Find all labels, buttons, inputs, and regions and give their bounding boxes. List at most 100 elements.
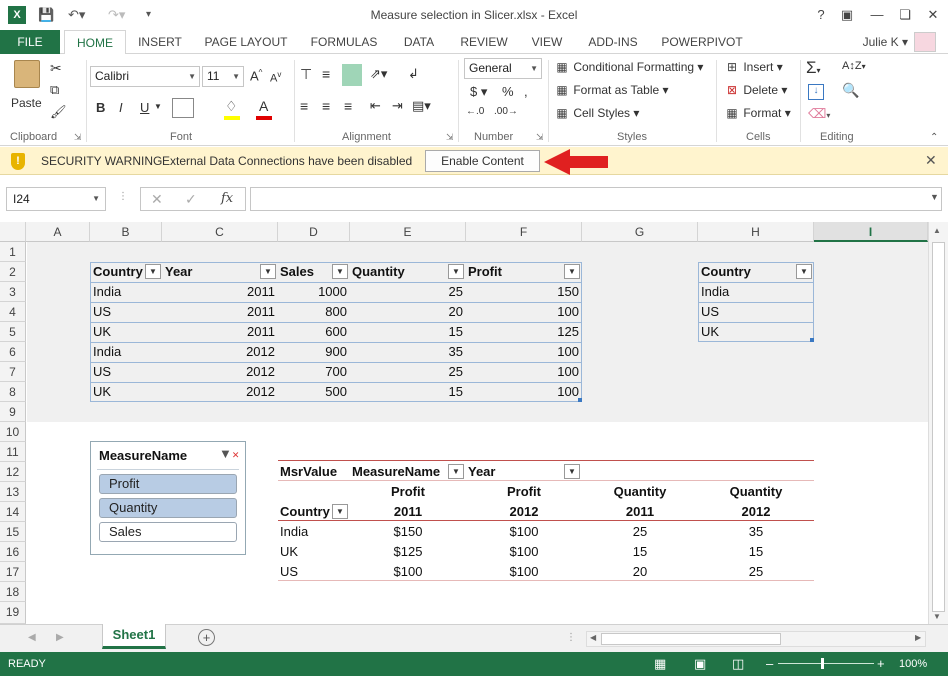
table-cell[interactable]: UK [93, 322, 111, 342]
enable-content-button[interactable]: Enable Content [425, 150, 540, 172]
row-header[interactable]: 1 [0, 242, 26, 262]
conditional-formatting-button[interactable]: ▦ Conditional Formatting ▾ [554, 60, 703, 74]
row-header[interactable]: 11 [0, 442, 26, 462]
row-header[interactable]: 15 [0, 522, 26, 542]
row-header[interactable]: 18 [0, 582, 26, 602]
alignment-launcher-icon[interactable]: ⇲ [446, 132, 454, 143]
table-cell[interactable]: 500 [278, 382, 347, 402]
filter-dropdown-icon[interactable]: ▼ [448, 264, 464, 279]
row-header[interactable]: 3 [0, 282, 26, 302]
table-cell[interactable]: 2011 [162, 322, 275, 342]
ribbon-display-icon[interactable]: ▣ [836, 4, 858, 26]
table-cell[interactable]: 25 [350, 282, 463, 302]
col-header-c[interactable]: C [162, 222, 278, 242]
page-break-view-icon[interactable]: ◫ [732, 656, 744, 672]
filter-dropdown-icon[interactable]: ▼ [332, 264, 348, 279]
tab-review[interactable]: REVIEW [454, 30, 514, 54]
pivot-row-label[interactable]: US [280, 562, 298, 582]
font-color-icon[interactable]: A [259, 98, 268, 114]
filter-dropdown-icon[interactable]: ▼ [260, 264, 276, 279]
table-cell[interactable]: 700 [278, 362, 347, 382]
row-header[interactable]: 6 [0, 342, 26, 362]
table-resize-handle[interactable] [578, 398, 582, 402]
prev-sheet-icon[interactable]: ◀ [28, 632, 36, 643]
paste-button[interactable] [10, 60, 44, 100]
table-cell[interactable]: UK [701, 322, 719, 342]
filter-dropdown-icon[interactable]: ▼ [564, 264, 580, 279]
sheet-tab-sheet1[interactable]: Sheet1 [102, 624, 166, 649]
shrink-font-icon[interactable]: Av [270, 70, 281, 85]
percent-icon[interactable]: % [502, 84, 514, 99]
col-header-h[interactable]: H [698, 222, 814, 242]
wrap-text-icon[interactable]: ↲ [408, 66, 419, 82]
horizontal-scrollbar[interactable]: ◀ ▶ [586, 631, 926, 647]
cut-icon[interactable]: ✂ [50, 60, 62, 77]
delete-cells-button[interactable]: ⊠ Delete ▾ [724, 83, 787, 97]
italic-button[interactable]: I [119, 100, 123, 115]
row-header[interactable]: 17 [0, 562, 26, 582]
formula-input[interactable] [250, 187, 942, 211]
expand-formula-bar-icon[interactable]: ▼ [930, 192, 939, 202]
table-cell[interactable]: 2012 [162, 382, 275, 402]
measurename-slicer[interactable]: MeasureName ▼✕ Profit Quantity Sales [90, 441, 246, 555]
worksheet-grid[interactable]: A B C D E F G H I 1 2 3 4 5 6 7 8 9 10 1… [0, 222, 928, 624]
table-cell[interactable]: 2011 [162, 282, 275, 302]
format-painter-icon[interactable]: 🖌 [50, 104, 67, 120]
table-cell[interactable]: 15 [350, 322, 463, 342]
minimize-button[interactable]: — [866, 4, 888, 26]
col-header-a[interactable]: A [26, 222, 90, 242]
scroll-thumb[interactable] [932, 242, 945, 612]
filter-dropdown-icon[interactable]: ▼ [145, 264, 161, 279]
table-cell[interactable]: 150 [466, 282, 579, 302]
next-sheet-icon[interactable]: ▶ [56, 632, 64, 643]
pivot-cell[interactable]: $125 [350, 542, 466, 562]
grow-font-icon[interactable]: A^ [250, 68, 262, 83]
table-resize-handle[interactable] [810, 338, 814, 342]
pivot-filter-icon[interactable]: ▼ [332, 504, 348, 519]
slicer-item-quantity[interactable]: Quantity [99, 498, 237, 518]
tab-powerpivot[interactable]: POWERPIVOT [656, 30, 748, 54]
table-cell[interactable]: 2011 [162, 302, 275, 322]
insert-cells-button[interactable]: ⊞ Insert ▾ [724, 60, 783, 74]
pivot-cell[interactable]: 20 [582, 562, 698, 582]
currency-icon[interactable]: $ ▾ [470, 84, 487, 100]
tab-home[interactable]: HOME [64, 30, 126, 55]
number-format-combo[interactable]: General ▼ [464, 58, 542, 79]
table-cell[interactable]: 125 [466, 322, 579, 342]
hscroll-thumb[interactable] [601, 633, 781, 645]
tab-file[interactable]: FILE [0, 30, 60, 54]
tab-view[interactable]: VIEW [524, 30, 570, 54]
row-header[interactable]: 4 [0, 302, 26, 322]
table-cell[interactable]: US [93, 362, 111, 382]
table-cell[interactable]: India [93, 282, 121, 302]
table-cell[interactable]: 600 [278, 322, 347, 342]
table-cell[interactable]: 900 [278, 342, 347, 362]
tab-page-layout[interactable]: PAGE LAYOUT [198, 30, 294, 54]
fill-color-icon[interactable]: ♢ [225, 98, 238, 115]
col-header-i[interactable]: I [814, 222, 928, 242]
row-header[interactable]: 13 [0, 482, 26, 502]
pivot-cell[interactable]: $100 [466, 562, 582, 582]
scroll-left-icon[interactable]: ◀ [590, 633, 596, 642]
close-button[interactable]: ✕ [922, 4, 944, 26]
row-header[interactable]: 2 [0, 262, 26, 282]
clear-filter-icon[interactable]: ▼✕ [219, 446, 239, 461]
pivot-filter-icon[interactable]: ▼ [564, 464, 580, 479]
help-button[interactable]: ? [810, 4, 832, 26]
table-cell[interactable]: 1000 [278, 282, 347, 302]
table-cell[interactable]: 35 [350, 342, 463, 362]
row-header[interactable]: 19 [0, 602, 26, 624]
pivot-cell[interactable]: 35 [698, 522, 814, 542]
pivot-cell[interactable]: $100 [466, 522, 582, 542]
merge-center-icon[interactable]: ▤▾ [412, 98, 431, 114]
page-layout-view-icon[interactable]: ▣ [694, 656, 706, 672]
col-header-d[interactable]: D [278, 222, 350, 242]
scroll-right-icon[interactable]: ▶ [915, 633, 921, 642]
table-cell[interactable]: 100 [466, 302, 579, 322]
pivot-cell[interactable]: 15 [698, 542, 814, 562]
find-select-icon[interactable]: 🔍 [842, 82, 859, 99]
copy-icon[interactable]: ⧉ [50, 82, 59, 98]
underline-dropdown-icon[interactable]: ▼ [154, 102, 162, 111]
format-as-table-button[interactable]: ▦ Format as Table ▾ [554, 83, 668, 97]
table-cell[interactable]: UK [93, 382, 111, 402]
